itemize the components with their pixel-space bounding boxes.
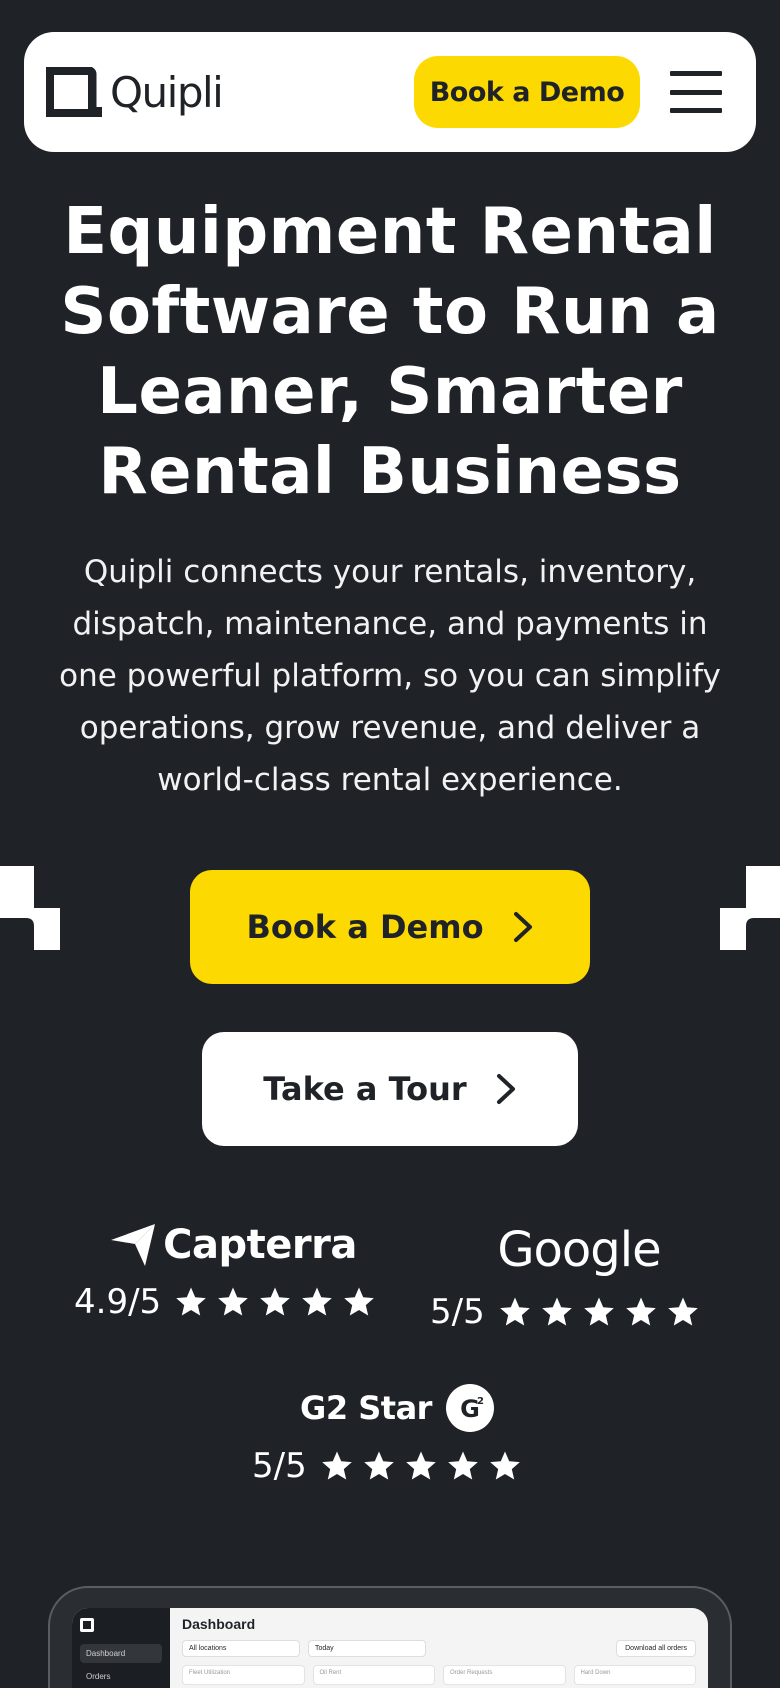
g2-stars [321,1450,521,1482]
logo[interactable]: Quipli [46,67,224,117]
star-icon [260,1287,290,1316]
chevron-right-icon [496,1074,515,1104]
card-fleet-utilization: Fleet Utilization [182,1665,305,1685]
star-icon [583,1297,614,1326]
header-book-demo-button[interactable]: Book a Demo [414,56,640,128]
logo-text: Quipli [110,67,224,117]
star-icon [625,1297,656,1326]
sidebar-item-dashboard[interactable]: Dashboard [80,1644,162,1663]
star-icon [405,1451,436,1480]
download-orders-button[interactable]: Download all orders [616,1640,696,1657]
quipli-logo-icon [46,67,102,117]
hero-subtitle: Quipli connects your rentals, inventory,… [59,554,721,798]
star-icon [499,1297,530,1326]
location-filter[interactable]: All locations [182,1640,300,1657]
right-pixel-decoration-icon [720,866,780,950]
capterra-score: 4.9/5 [74,1282,162,1322]
star-icon [218,1287,248,1316]
google-stars [499,1296,699,1328]
card-order-requests: Order Requests [443,1665,566,1685]
card-oil-rent: Oil Rent [312,1665,435,1685]
g2-score: 5/5 [252,1446,307,1486]
star-icon [176,1287,206,1316]
take-tour-button[interactable]: Take a Tour [202,1032,578,1146]
star-icon [363,1451,394,1480]
google-brand: Google [497,1222,661,1278]
hero-book-demo-label: Book a Demo [246,908,484,946]
star-icon [541,1297,572,1326]
sidebar-item-orders[interactable]: Orders [80,1667,162,1686]
date-filter[interactable]: Today [308,1640,426,1657]
hero-book-demo-button[interactable]: Book a Demo [190,870,590,984]
hero-title: Equipment Rental Software to Run a Leane… [60,195,720,509]
dashboard-logo-icon [80,1618,94,1632]
star-icon [321,1451,352,1480]
star-icon [344,1287,374,1316]
dashboard-title: Dashboard [182,1616,256,1632]
g2-rating: G2 Star G 2 5/5 [252,1384,532,1486]
star-icon [667,1297,698,1326]
dashboard-sidebar: Dashboard Orders [72,1608,170,1688]
dashboard-screen: Dashboard Orders Dashboard All locations… [72,1608,708,1688]
take-tour-label: Take a Tour [263,1070,467,1108]
menu-icon[interactable] [670,71,722,113]
google-score: 5/5 [430,1292,485,1332]
g2-logo-icon: G 2 [445,1384,494,1432]
star-icon [489,1451,520,1480]
capterra-rating: Capterra 4.9/5 [74,1222,384,1322]
star-icon [447,1451,478,1480]
card-hard-down: Hard Down [573,1665,696,1685]
left-pixel-decoration-icon [0,866,60,950]
site-header: Quipli Book a Demo [24,32,756,152]
capterra-logo-icon [111,1224,156,1266]
svg-text:2: 2 [477,1396,484,1407]
star-icon [302,1287,332,1316]
capterra-stars [175,1286,375,1318]
g2-brand: G2 Star [300,1389,432,1427]
capterra-brand: Capterra [163,1222,357,1268]
dashboard-main: Dashboard All locations Today Download a… [170,1608,708,1688]
dashboard-preview: Dashboard Orders Dashboard All locations… [48,1586,732,1688]
google-rating: Google 5/5 [430,1222,710,1332]
chevron-right-icon [513,912,532,942]
